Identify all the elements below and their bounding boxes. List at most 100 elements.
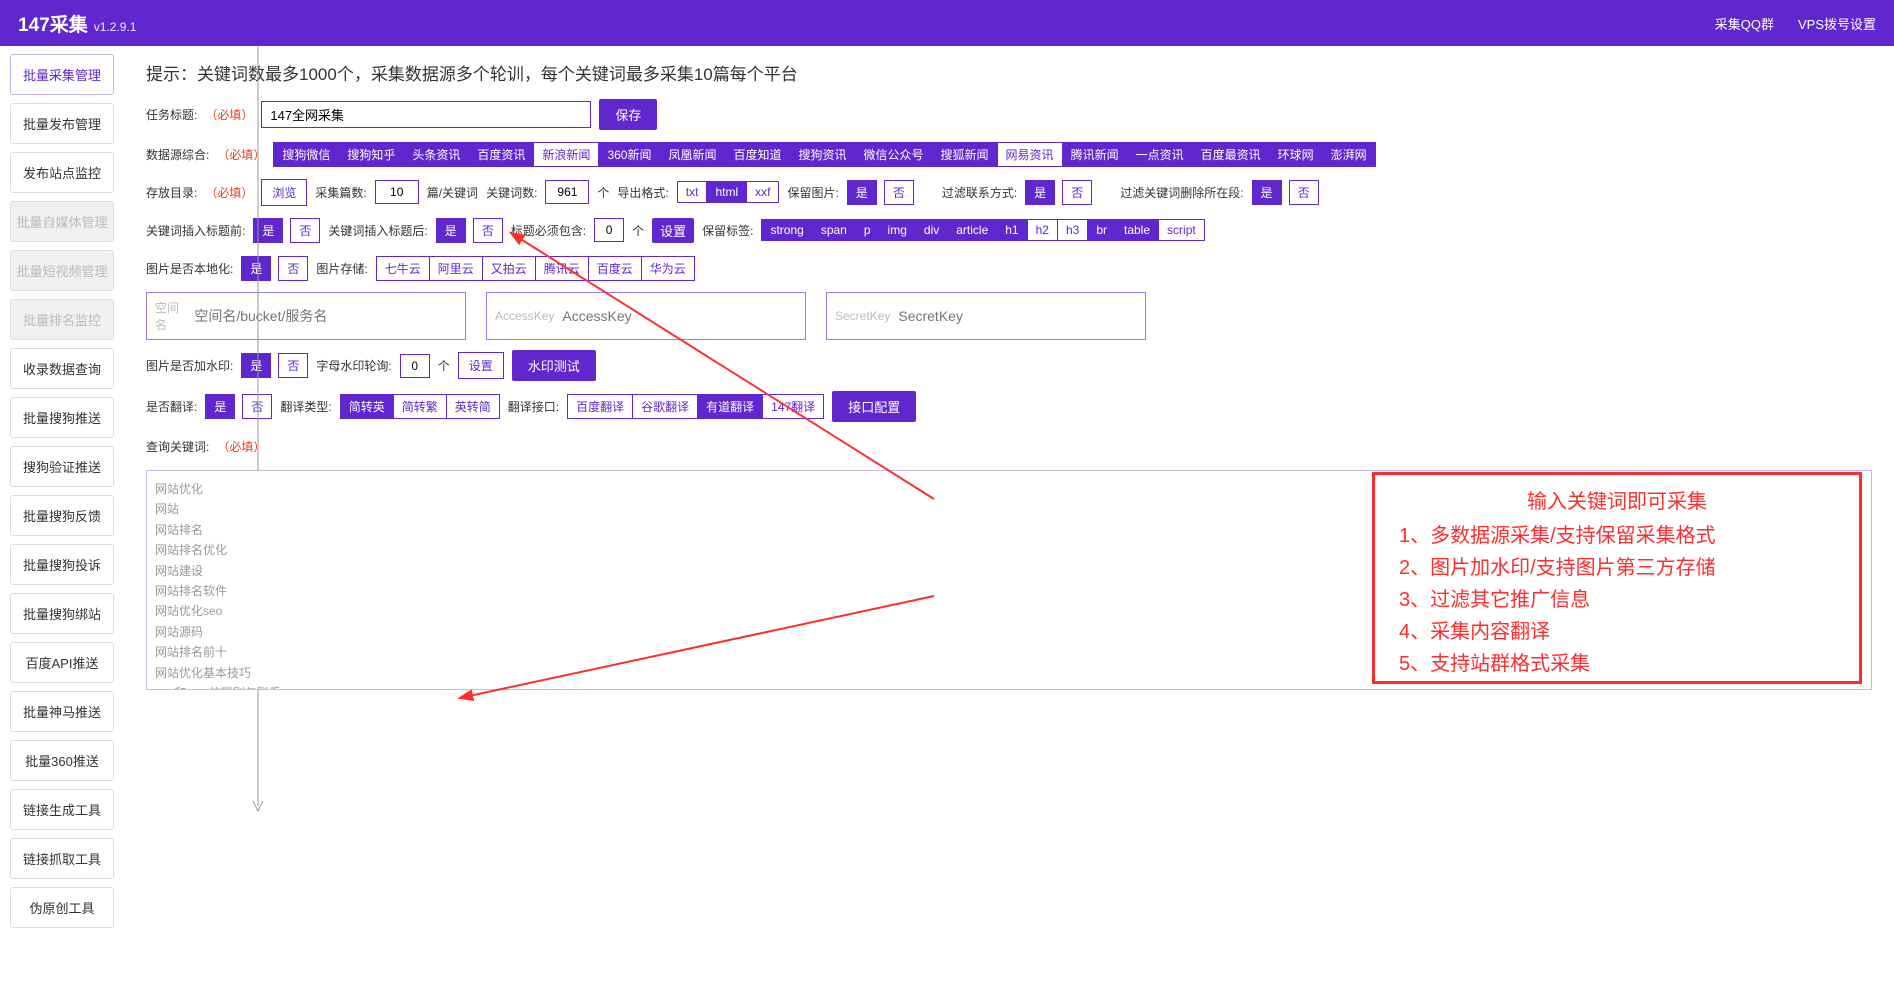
kw-after-no[interactable]: 否 — [473, 218, 503, 243]
format-tag[interactable]: html — [706, 181, 747, 203]
sidebar-item[interactable]: 批量搜狗反馈 — [10, 495, 114, 536]
img-store-tag[interactable]: 华为云 — [641, 256, 695, 281]
sidebar-item[interactable]: 批量搜狗推送 — [10, 397, 114, 438]
source-tag[interactable]: 搜狐新闻 — [932, 142, 998, 167]
kw-before-no[interactable]: 否 — [290, 218, 320, 243]
img-local-label: 图片是否本地化: — [146, 260, 233, 277]
sidebar-item[interactable]: 伪原创工具 — [10, 887, 114, 928]
browse-button[interactable]: 浏览 — [261, 179, 307, 206]
app-title: 147采集 — [18, 10, 88, 37]
keeptag-tag[interactable]: script — [1158, 219, 1205, 241]
keeptag-tag[interactable]: h3 — [1057, 219, 1088, 241]
sidebar-item[interactable]: 批量采集管理 — [10, 54, 114, 95]
source-tag[interactable]: 新浪新闻 — [533, 142, 599, 167]
source-tag[interactable]: 一点资讯 — [1127, 142, 1193, 167]
keeptag-tag[interactable]: h2 — [1027, 219, 1058, 241]
source-tag[interactable]: 搜狗知乎 — [338, 142, 404, 167]
sidebar-item[interactable]: 批量搜狗投诉 — [10, 544, 114, 585]
kwcount-input[interactable] — [545, 180, 589, 204]
watermark-yes[interactable]: 是 — [241, 353, 271, 378]
source-tag[interactable]: 百度最资讯 — [1192, 142, 1270, 167]
secretkey-input[interactable] — [898, 308, 1137, 324]
keeptag-tag[interactable]: h1 — [996, 219, 1027, 241]
source-tag[interactable]: 搜狗微信 — [273, 142, 339, 167]
keeptag-tag[interactable]: article — [947, 219, 997, 241]
required-marker: （必填） — [217, 438, 265, 455]
sidebar-item[interactable]: 百度API推送 — [10, 642, 114, 683]
title-must-set-button[interactable]: 设置 — [652, 218, 694, 243]
alpha-input[interactable] — [400, 354, 430, 378]
source-tag[interactable]: 凤凰新闻 — [659, 142, 725, 167]
translate-type-tag[interactable]: 英转简 — [446, 394, 500, 419]
source-tag[interactable]: 百度资讯 — [468, 142, 534, 167]
translate-api-tag[interactable]: 有道翻译 — [697, 394, 763, 419]
img-store-tag[interactable]: 七牛云 — [376, 256, 430, 281]
kw-title-row: 关键词插入标题前: 是否 关键词插入标题后: 是否 标题必须包含: 个 设置 保… — [146, 216, 1872, 244]
source-tag[interactable]: 360新闻 — [598, 142, 660, 167]
keeptag-tag[interactable]: br — [1087, 219, 1116, 241]
watermark-no[interactable]: 否 — [278, 353, 308, 378]
watermark-test-button[interactable]: 水印测试 — [512, 350, 596, 381]
source-tag[interactable]: 微信公众号 — [855, 142, 933, 167]
sidebar-item[interactable]: 批量搜狗绑站 — [10, 593, 114, 634]
kw-before-yes[interactable]: 是 — [253, 218, 283, 243]
img-store-tag[interactable]: 阿里云 — [429, 256, 483, 281]
source-tag[interactable]: 澎湃网 — [1322, 142, 1376, 167]
keepimg-no[interactable]: 否 — [884, 180, 914, 205]
vps-settings-link[interactable]: VPS拨号设置 — [1798, 14, 1876, 33]
sidebar-item[interactable]: 批量360推送 — [10, 740, 114, 781]
img-store-tag[interactable]: 又拍云 — [482, 256, 536, 281]
save-button[interactable]: 保存 — [599, 99, 657, 130]
task-title-input[interactable] — [261, 101, 591, 128]
filter-contact-yes[interactable]: 是 — [1025, 180, 1055, 205]
kw-after-yes[interactable]: 是 — [436, 218, 466, 243]
img-store-label: 图片存储: — [316, 260, 367, 277]
header-left: 147采集 v1.2.9.1 — [18, 10, 136, 37]
format-tag[interactable]: xxf — [746, 181, 779, 203]
sidebar-item[interactable]: 收录数据查询 — [10, 348, 114, 389]
kwdel-yes[interactable]: 是 — [1252, 180, 1282, 205]
source-tag[interactable]: 环球网 — [1269, 142, 1323, 167]
kwdel-no[interactable]: 否 — [1289, 180, 1319, 205]
space-input[interactable] — [194, 308, 457, 324]
source-tag[interactable]: 搜狗资讯 — [790, 142, 856, 167]
keeptag-tag[interactable]: img — [879, 219, 916, 241]
source-tag[interactable]: 百度知道 — [724, 142, 790, 167]
sidebar-item[interactable]: 搜狗验证推送 — [10, 446, 114, 487]
kwcount-label: 关键词数: — [486, 184, 537, 201]
keeptag-tag[interactable]: p — [855, 219, 880, 241]
img-local-yes[interactable]: 是 — [241, 256, 271, 281]
sidebar-item[interactable]: 链接生成工具 — [10, 789, 114, 830]
img-local-no[interactable]: 否 — [278, 256, 308, 281]
format-tag[interactable]: txt — [677, 181, 708, 203]
keeptag-tag[interactable]: table — [1115, 219, 1159, 241]
sidebar-item[interactable]: 链接抓取工具 — [10, 838, 114, 879]
img-store-tag[interactable]: 百度云 — [588, 256, 642, 281]
translate-api-tag[interactable]: 百度翻译 — [567, 394, 633, 419]
translate-api-tag[interactable]: 谷歌翻译 — [632, 394, 698, 419]
source-tag[interactable]: 腾讯新闻 — [1062, 142, 1128, 167]
sidebar-item[interactable]: 发布站点监控 — [10, 152, 114, 193]
filter-contact-no[interactable]: 否 — [1062, 180, 1092, 205]
translate-api-tag[interactable]: 147翻译 — [762, 394, 824, 419]
source-tag[interactable]: 头条资讯 — [403, 142, 469, 167]
translate-type-tag[interactable]: 简转英 — [340, 394, 394, 419]
count-input[interactable] — [375, 180, 419, 204]
keepimg-yes[interactable]: 是 — [847, 180, 877, 205]
sidebar-item[interactable]: 批量发布管理 — [10, 103, 114, 144]
accesskey-input[interactable] — [562, 308, 797, 324]
translate-no[interactable]: 否 — [242, 394, 272, 419]
task-title-row: 任务标题: （必填） 保存 — [146, 99, 1872, 130]
keeptag-tag[interactable]: div — [915, 219, 948, 241]
title-must-input[interactable] — [594, 218, 624, 242]
translate-yes[interactable]: 是 — [205, 394, 235, 419]
qq-group-link[interactable]: 采集QQ群 — [1715, 14, 1774, 33]
keeptag-tag[interactable]: span — [812, 219, 856, 241]
alpha-set-button[interactable]: 设置 — [458, 352, 504, 379]
sidebar-item[interactable]: 批量神马推送 — [10, 691, 114, 732]
translate-type-tag[interactable]: 简转繁 — [393, 394, 447, 419]
source-tag[interactable]: 网易资讯 — [997, 142, 1063, 167]
keeptag-tag[interactable]: strong — [761, 219, 812, 241]
api-config-button[interactable]: 接口配置 — [832, 391, 916, 422]
img-store-tag[interactable]: 腾讯云 — [535, 256, 589, 281]
